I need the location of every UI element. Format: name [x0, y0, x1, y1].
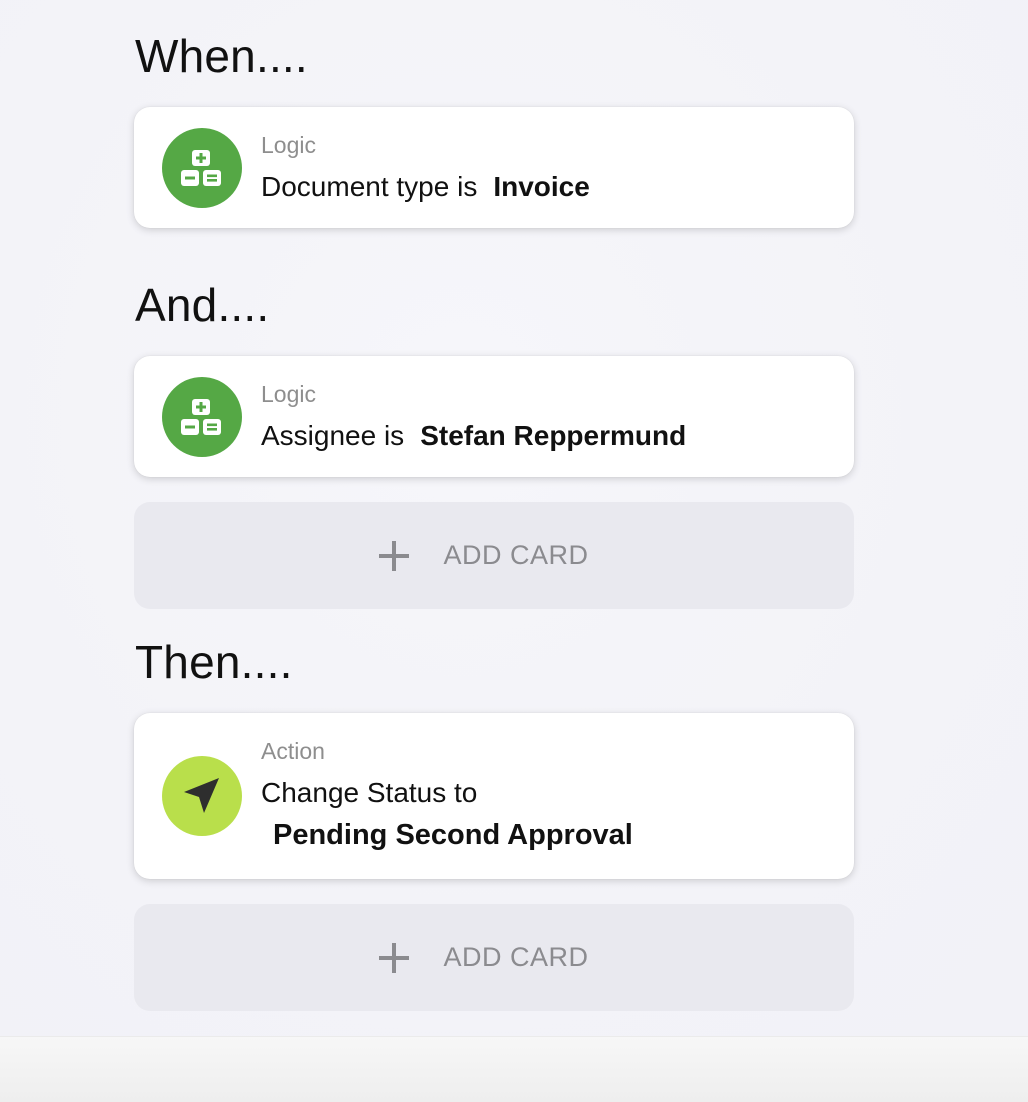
and-heading: And....: [135, 279, 270, 331]
logic-blocks-icon: [162, 377, 242, 457]
add-card-label: ADD CARD: [443, 942, 589, 972]
condition-value[interactable]: Stefan Reppermund: [420, 420, 686, 451]
bottom-bar: [0, 1036, 1028, 1102]
add-action-card-button[interactable]: ADD CARD: [134, 904, 854, 1011]
rule-editor: When.... Logic Document type is Invoice A…: [0, 0, 1028, 1036]
when-heading: When....: [135, 30, 308, 82]
action-value[interactable]: Pending Second Approval: [273, 821, 633, 850]
navigation-arrow-icon: [162, 756, 242, 836]
card-kind-label: Logic: [261, 132, 316, 158]
then-heading: Then....: [135, 636, 293, 688]
plus-icon: [379, 540, 410, 571]
card-kind-label: Action: [261, 738, 325, 764]
condition-label: Assignee is: [261, 420, 405, 451]
condition-card-assignee[interactable]: Logic Assignee is Stefan Reppermund: [134, 356, 854, 477]
card-condition-text: Document type is Invoice: [261, 173, 590, 201]
plus-icon: [379, 942, 410, 973]
condition-card-document-type[interactable]: Logic Document type is Invoice: [134, 107, 854, 228]
card-condition-text: Assignee is Stefan Reppermund: [261, 422, 686, 450]
condition-value[interactable]: Invoice: [493, 171, 589, 202]
card-kind-label: Logic: [261, 381, 316, 407]
logic-blocks-icon: [162, 128, 242, 208]
condition-label: Document type is: [261, 171, 478, 202]
action-card-change-status[interactable]: Action Change Status to Pending Second A…: [134, 713, 854, 879]
add-card-label: ADD CARD: [443, 540, 589, 570]
add-condition-card-button[interactable]: ADD CARD: [134, 502, 854, 609]
action-label: Change Status to: [261, 777, 478, 808]
